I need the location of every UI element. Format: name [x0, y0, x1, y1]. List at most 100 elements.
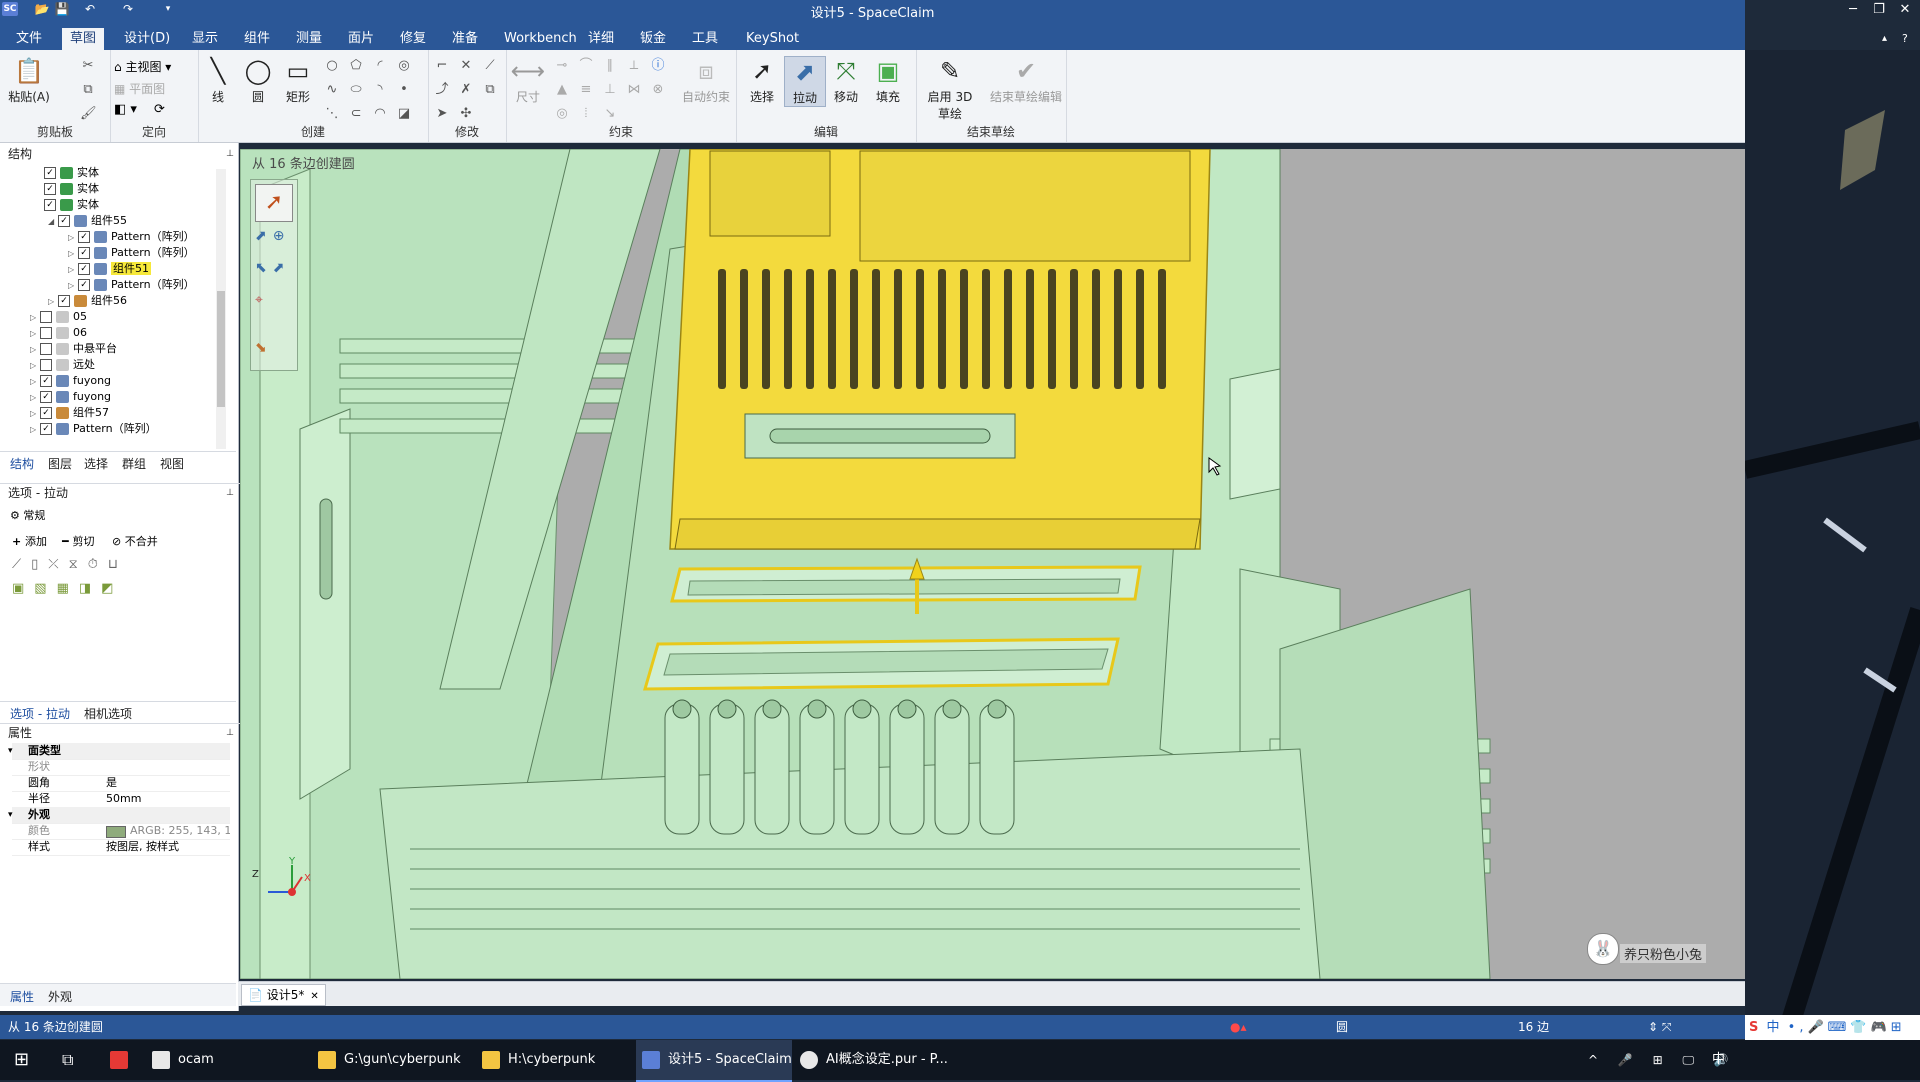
paste-button[interactable]: 📋 粘贴(A) [4, 56, 54, 105]
add-option[interactable]: + 添加 [12, 533, 47, 549]
tab-pull-options[interactable]: 选项 - 拉动 [10, 705, 70, 722]
sweep-arc-icon[interactable]: ◝ [372, 82, 388, 98]
tab-groups[interactable]: 群组 [122, 455, 146, 472]
property-row[interactable]: 颜色 ARGB: 255, 143, 17 [12, 823, 230, 840]
visibility-checkbox[interactable]: ✓ [40, 407, 52, 419]
perpendicular-icon[interactable]: ⟂ [626, 58, 642, 74]
visibility-checkbox[interactable]: ✓ [78, 231, 90, 243]
coincident-icon[interactable]: ⦙ [578, 106, 594, 122]
tab-keyshot[interactable]: KeyShot [738, 28, 807, 50]
taskbar-item-painter[interactable]: AI概念设定.pur - P... [800, 1040, 960, 1080]
expand-icon[interactable]: ▷ [48, 294, 58, 310]
select-button[interactable]: ➚ 选择 [742, 56, 782, 105]
help-icon[interactable]: ? [1894, 28, 1916, 50]
taskbar-item-folder-h[interactable]: H:\cyberpunk [482, 1040, 628, 1080]
circle-3pt-icon[interactable]: ○ [324, 58, 340, 74]
visibility-checkbox[interactable]: ✓ [58, 215, 70, 227]
cut-icon[interactable]: ✂ [80, 58, 96, 74]
tab-layers[interactable]: 图层 [48, 455, 72, 472]
expand-icon[interactable]: ▷ [30, 326, 40, 342]
revolve-tool-icon[interactable]: ⌖ [255, 292, 263, 308]
fillet-icon[interactable]: ⌐ [434, 58, 450, 74]
horizontal-constraint-icon[interactable]: ⊸ [554, 58, 570, 74]
pull-options-row1[interactable]: ⟋▯⤫⧖⏱⊔ [12, 557, 128, 572]
tab-properties[interactable]: 属性 [10, 988, 34, 1005]
dimension-button[interactable]: ⟷ 尺寸 [508, 56, 548, 105]
bend-icon[interactable]: ➤ [434, 106, 450, 122]
collapse-icon[interactable]: ▾ [8, 743, 13, 759]
tab-prepare[interactable]: 准备 [444, 28, 486, 50]
ribbon-collapse-icon[interactable]: ▴ [1874, 28, 1895, 50]
main-view-button[interactable]: ⌂ 主视图 ▾ [114, 58, 171, 75]
full-pull-icon[interactable]: ⬊ [255, 340, 267, 356]
tree-item[interactable]: ▷ ✓ fuyong [30, 389, 111, 405]
collapse-icon[interactable]: ◢ [48, 214, 58, 230]
tab-measure[interactable]: 测量 [288, 28, 330, 50]
rectangle-button[interactable]: ▭ 矩形 [278, 56, 318, 105]
visibility-checkbox[interactable] [40, 343, 52, 355]
tree-item[interactable]: ▷ 06 [30, 325, 87, 341]
taskbar-item-spaceclaim[interactable]: 设计5 - SpaceClaim [636, 1040, 792, 1082]
tab-appearance[interactable]: 外观 [48, 988, 72, 1005]
taskbar-item-folder-g[interactable]: G:\gun\cyberpunk [318, 1040, 476, 1080]
visibility-checkbox[interactable] [40, 359, 52, 371]
split-icon[interactable]: ✗ [458, 82, 474, 98]
close-button[interactable]: ✕ [1892, 0, 1918, 20]
tree-item[interactable]: ▷ 远处 [30, 357, 95, 373]
recorder-icon[interactable] [110, 1040, 136, 1080]
pin-icon[interactable]: ⊥ [226, 484, 234, 502]
tab-workbench[interactable]: Workbench [496, 28, 585, 50]
spin-view-icon[interactable]: ⟳ [154, 102, 165, 117]
move-button[interactable]: ⤧ 移动 [826, 56, 866, 105]
tab-detail[interactable]: 详细 [580, 28, 622, 50]
vertical-constraint-icon[interactable]: ⊥ [602, 82, 618, 98]
face-type-group[interactable]: ▾ 面类型 [8, 743, 230, 760]
tree-item[interactable]: ✓ 实体 [44, 197, 99, 213]
restore-button[interactable]: ❐ [1866, 0, 1892, 20]
tree-item[interactable]: ▷ ✓ Pattern（阵列） [68, 277, 195, 293]
three-point-arc-icon[interactable]: ◠ [372, 106, 388, 122]
expand-icon[interactable]: ▷ [30, 406, 40, 422]
concentric-icon[interactable]: ◎ [554, 106, 570, 122]
copy-icon[interactable]: ⧉ [80, 82, 96, 98]
pull-button[interactable]: ⬈ 拉动 [784, 56, 826, 107]
general-section[interactable]: ⚙ 常规 [10, 507, 45, 523]
error-indicator-icon[interactable]: ●▴ [1230, 1015, 1247, 1039]
visibility-checkbox[interactable]: ✓ [40, 375, 52, 387]
visibility-checkbox[interactable]: ✓ [78, 279, 90, 291]
tab-repair[interactable]: 修复 [392, 28, 434, 50]
tab-display[interactable]: 显示 [184, 28, 226, 50]
tree-scrollbar[interactable] [216, 169, 226, 449]
extend-icon[interactable]: ⤴ [434, 82, 450, 98]
tree-item[interactable]: ▷ ✓ 组件56 [48, 293, 127, 309]
expand-icon[interactable]: ▷ [30, 422, 40, 438]
visibility-checkbox[interactable]: ✓ [40, 391, 52, 403]
minimize-button[interactable]: ─ [1840, 0, 1866, 20]
visibility-checkbox[interactable] [40, 327, 52, 339]
tree-item[interactable]: ▷ 05 [30, 309, 87, 325]
direction-tool-icons[interactable]: ⬉⬈ [255, 260, 290, 276]
pin-icon[interactable]: ⊥ [226, 145, 234, 163]
scale-icon[interactable]: ✣ [458, 106, 474, 122]
tab-tools[interactable]: 工具 [684, 28, 726, 50]
visibility-checkbox[interactable]: ✓ [44, 167, 56, 179]
expand-icon[interactable]: ▷ [30, 310, 40, 326]
ime-toolbar[interactable]: S 中 •,🎤⌨👕🎮⊞ [1745, 1015, 1920, 1040]
select-tool-icon[interactable]: ➚ [255, 184, 293, 222]
taskbar-item-ocam[interactable]: ocam [152, 1040, 302, 1080]
tangent-circle-icon[interactable]: ◎ [396, 58, 412, 74]
expand-icon[interactable]: ▷ [68, 262, 78, 278]
tree-item[interactable]: ◢ ✓ 组件55 [48, 213, 127, 229]
tangent-constraint-icon[interactable]: ⌒ [578, 58, 594, 74]
visibility-checkbox[interactable]: ✓ [58, 295, 70, 307]
tree-item[interactable]: ▷ 中悬平台 [30, 341, 117, 357]
tree-item[interactable]: ✓ 实体 [44, 165, 99, 181]
face-curve-icon[interactable]: ◪ [396, 106, 412, 122]
offset-icon[interactable]: ⟋ [482, 58, 498, 74]
expand-icon[interactable]: ▷ [30, 358, 40, 374]
view-cube-icon[interactable]: ◧ ▾ [114, 102, 137, 117]
circle-button[interactable]: ◯ 圆 [238, 56, 278, 105]
end-sketch-button[interactable]: ✔ 结束草绘编辑 [988, 56, 1064, 105]
expand-icon[interactable]: ▷ [30, 374, 40, 390]
plane-view-button[interactable]: ▦ 平面图 [114, 80, 165, 97]
